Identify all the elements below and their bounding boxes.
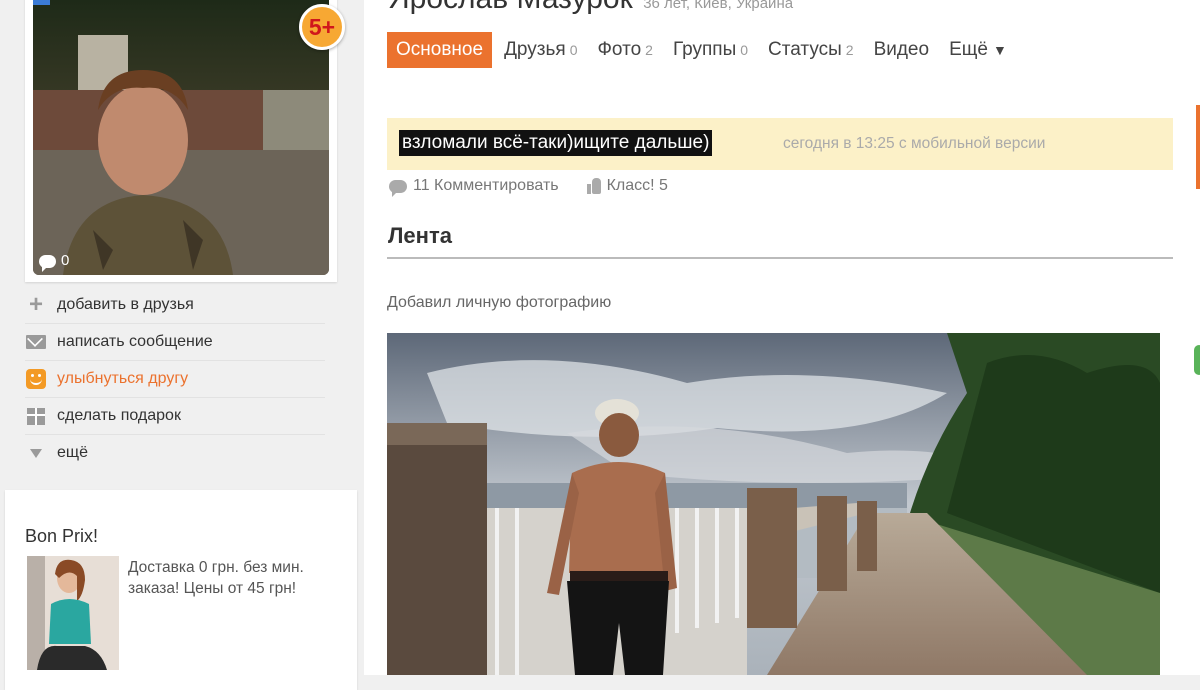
age-rating-badge: 5+ [299, 4, 345, 50]
tab-photos[interactable]: Фото 2 [589, 32, 660, 68]
profile-photo[interactable] [33, 0, 329, 275]
photo-comments-counter[interactable]: 0 [33, 250, 75, 272]
feed-photo[interactable] [387, 333, 1160, 675]
add-friend-link[interactable]: + добавить в друзья [25, 287, 325, 324]
gift-icon [25, 405, 47, 427]
smile-icon [25, 368, 47, 390]
status-text: взломали всё-таки)ищите дальше) [399, 130, 713, 156]
action-label: ещё [57, 444, 88, 461]
comment-label: 11 Комментировать [413, 177, 559, 194]
photo-comments-count: 0 [61, 252, 70, 269]
smile-friend-link[interactable]: улыбнуться другу [25, 361, 325, 398]
main-column: Ярослав Мазурок 36 лет, Киев, Украина Ос… [364, 0, 1200, 675]
tab-count: 0 [569, 42, 578, 58]
triangle-down-icon: ▼ [992, 42, 1007, 58]
divider [387, 257, 1173, 259]
action-label: добавить в друзья [57, 296, 194, 313]
plus-icon: + [28, 291, 43, 318]
profile-tabs: Основное Друзья 0 Фото 2 Группы 0 Статусы 2 … [387, 32, 1019, 68]
action-label: написать сообщение [57, 333, 213, 350]
tab-count: 2 [645, 42, 653, 58]
comment-button[interactable]: 11 Комментировать [389, 177, 559, 197]
more-actions-link[interactable]: ещё [25, 435, 325, 471]
ad-title[interactable]: Bon Prix! [25, 526, 98, 547]
ad-text[interactable]: Доставка 0 грн. без мин. заказа! Цены от… [128, 557, 318, 599]
right-edge-accent [1196, 105, 1200, 189]
ad-image[interactable] [27, 556, 119, 670]
feed-item-caption: Добавил личную фотографию [387, 294, 612, 311]
profile-card [25, 0, 337, 282]
top-marker [33, 0, 50, 5]
tab-more[interactable]: Ещё ▼ [941, 32, 1015, 68]
action-label: сделать подарок [57, 407, 181, 424]
thumbs-up-icon [586, 178, 601, 194]
tab-video[interactable]: Видео [866, 32, 938, 68]
tab-count: 2 [845, 42, 854, 58]
status-post: взломали всё-таки)ищите дальше) сегодня … [387, 118, 1173, 170]
status-actions: 11 Комментировать Класс! 5 [389, 177, 668, 197]
profile-meta: 36 лет, Киев, Украина [643, 0, 794, 12]
send-gift-link[interactable]: сделать подарок [25, 398, 325, 435]
left-column: 5+ 0 + добавить в друзья написать сообще… [0, 0, 362, 690]
feed-title: Лента [388, 223, 452, 248]
profile-header: Ярослав Мазурок 36 лет, Киев, Украина [388, 0, 793, 16]
like-label: Класс! 5 [606, 177, 668, 194]
tab-statuses[interactable]: Статусы 2 [760, 32, 862, 68]
envelope-icon [25, 331, 47, 353]
comment-icon [39, 254, 56, 272]
tab-count: 0 [740, 42, 749, 58]
profile-name: Ярослав Мазурок [388, 0, 633, 15]
tab-main[interactable]: Основное [387, 32, 493, 68]
right-edge-indicator [1194, 345, 1200, 375]
comment-icon [389, 179, 407, 197]
like-button[interactable]: Класс! 5 [586, 177, 668, 195]
send-message-link[interactable]: написать сообщение [25, 324, 325, 361]
ad-block[interactable]: Bon Prix! Доставка 0 грн. без мин. заказ… [5, 490, 357, 690]
profile-actions: + добавить в друзья написать сообщение у… [25, 287, 325, 471]
triangle-down-icon [25, 442, 47, 464]
tab-groups[interactable]: Группы 0 [665, 32, 756, 68]
status-timestamp: сегодня в 13:25 с мобильной версии [783, 135, 1046, 152]
action-label: улыбнуться другу [57, 370, 189, 387]
tab-friends[interactable]: Друзья 0 [496, 32, 585, 68]
